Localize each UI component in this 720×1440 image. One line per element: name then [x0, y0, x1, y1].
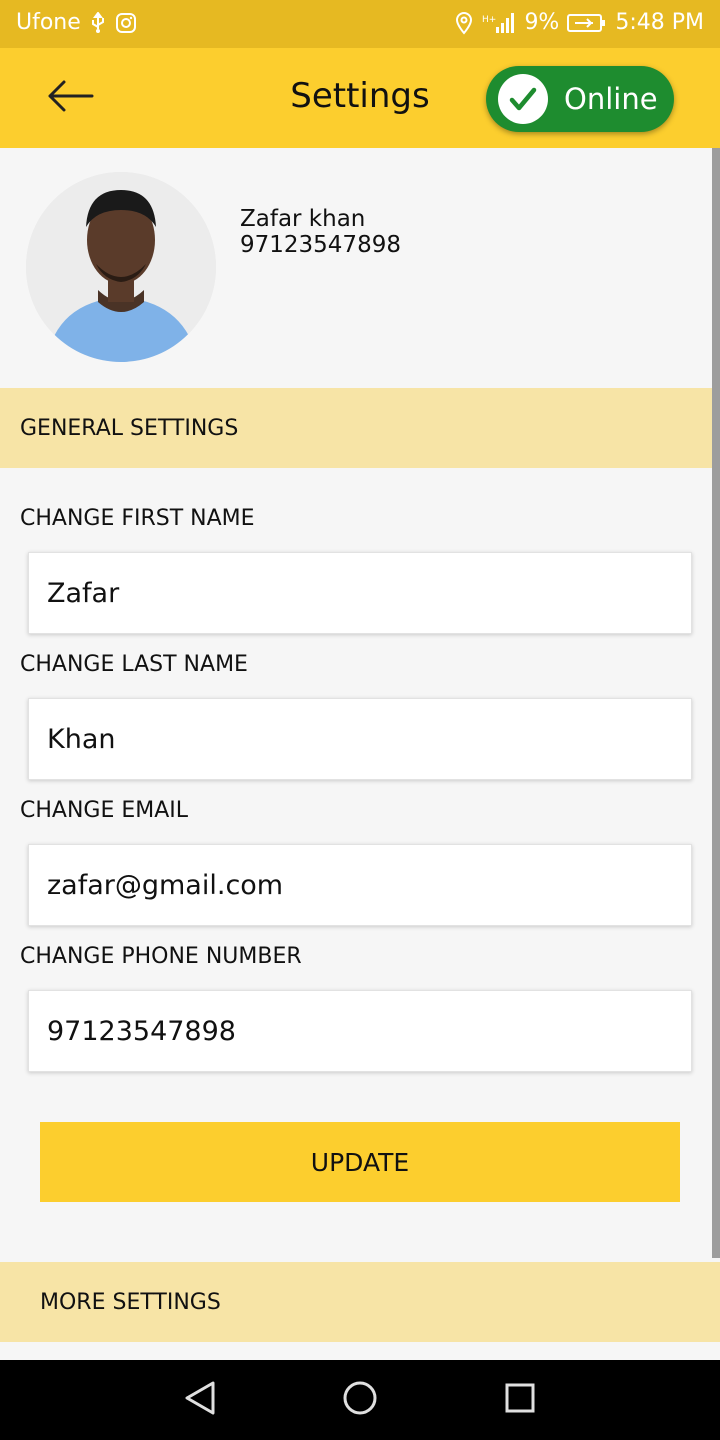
battery-percent: 9% [524, 10, 560, 35]
email-input[interactable] [28, 844, 692, 926]
instagram-icon [115, 12, 137, 34]
phone-input[interactable] [28, 990, 692, 1072]
avatar[interactable] [26, 172, 216, 362]
battery-icon [567, 12, 607, 34]
checkmark-icon [498, 74, 548, 124]
nav-home-button[interactable] [340, 1380, 380, 1420]
square-recents-icon [504, 1382, 536, 1418]
triangle-back-icon [183, 1380, 217, 1420]
first-name-label: CHANGE FIRST NAME [20, 506, 255, 531]
carrier-name: Ufone [16, 10, 81, 35]
clock: 5:48 PM [615, 10, 704, 35]
last-name-label: CHANGE LAST NAME [20, 652, 248, 677]
svg-text:H+: H+ [482, 15, 496, 25]
nav-back-button[interactable] [180, 1380, 220, 1420]
circle-home-icon [342, 1380, 378, 1420]
app-bar: Settings Online [0, 48, 720, 148]
general-settings-header: GENERAL SETTINGS [0, 388, 712, 468]
phone-label: CHANGE PHONE NUMBER [20, 944, 302, 969]
navigation-bar [0, 1360, 720, 1440]
online-label: Online [564, 82, 658, 116]
last-name-input[interactable] [28, 698, 692, 780]
nav-recents-button[interactable] [500, 1380, 540, 1420]
profile-name: Zafar khan [240, 206, 366, 232]
update-button[interactable]: UPDATE [40, 1122, 680, 1202]
scrollbar[interactable] [712, 148, 720, 1258]
signal-icon: H+ [482, 12, 516, 34]
location-icon [454, 11, 474, 35]
online-status-toggle[interactable]: Online [486, 66, 674, 132]
usb-icon [89, 11, 107, 34]
more-settings-header[interactable]: MORE SETTINGS [0, 1262, 720, 1342]
email-label: CHANGE EMAIL [20, 798, 189, 823]
profile-phone: 97123547898 [240, 232, 401, 258]
status-bar: Ufone H+ 9% 5:48 PM [0, 0, 720, 48]
first-name-input[interactable] [28, 552, 692, 634]
